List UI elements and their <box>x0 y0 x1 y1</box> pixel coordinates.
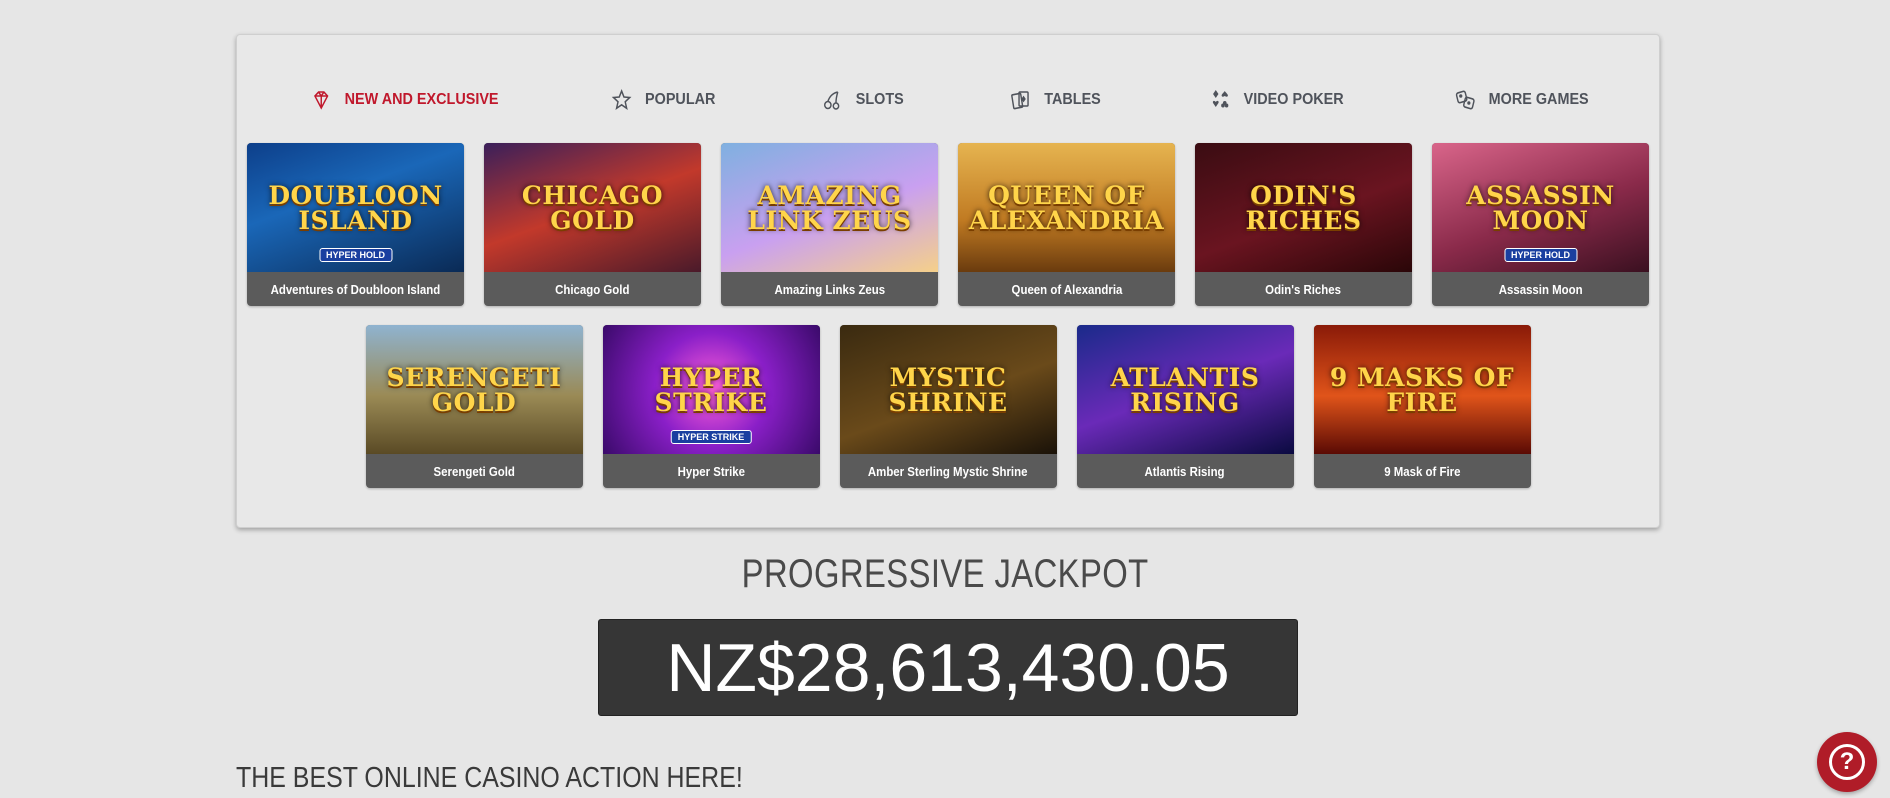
game-title[interactable]: Odin's Riches <box>1195 272 1412 306</box>
game-thumbnail[interactable]: Serengeti Gold <box>365 325 583 454</box>
game-title[interactable]: Amber Sterling Mystic Shrine <box>840 454 1057 488</box>
jackpot-amount: NZ$28,613,430.05 <box>666 629 1230 706</box>
tab-popular[interactable]: POPULAR <box>611 88 716 112</box>
game-logo: Queen of Alexandria <box>968 180 1165 235</box>
game-title[interactable]: Atlantis Rising <box>1077 454 1294 488</box>
game-title[interactable]: Assassin Moon <box>1432 272 1649 306</box>
game-thumbnail[interactable]: Amazing Link Zeus <box>721 143 938 272</box>
game-thumbnail[interactable]: Odin's Riches <box>1195 143 1412 272</box>
help-icon: ? <box>1829 744 1865 780</box>
game-tile[interactable]: Amazing Link Zeus Amazing Links Zeus <box>721 143 938 306</box>
page-heading: THE BEST ONLINE CASINO ACTION HERE! <box>236 762 743 794</box>
game-title[interactable]: Chicago Gold <box>484 272 701 306</box>
game-thumbnail[interactable]: Doubloon Island HYPER HOLD <box>247 143 464 272</box>
tab-label: POPULAR <box>645 91 716 108</box>
jackpot-counter: NZ$28,613,430.05 <box>598 619 1298 716</box>
tab-label: SLOTS <box>856 91 905 108</box>
jackpot-title: PROGRESSIVE JACKPOT <box>741 552 1149 596</box>
category-nav: NEW AND EXCLUSIVE POPULAR SLOTS TABLES V… <box>237 79 1659 121</box>
dice-icon <box>1454 88 1476 112</box>
game-title[interactable]: Hyper Strike <box>603 454 820 488</box>
game-tile[interactable]: Odin's Riches Odin's Riches <box>1195 143 1412 306</box>
game-logo: Mystic Shrine <box>888 362 1008 417</box>
game-logo: Atlantis Rising <box>1110 362 1260 417</box>
game-title[interactable]: Serengeti Gold <box>366 454 583 488</box>
game-logo: Amazing Link Zeus <box>747 180 912 235</box>
tab-label: VIDEO POKER <box>1243 91 1344 108</box>
tab-label: TABLES <box>1043 91 1101 108</box>
game-tile[interactable]: Mystic Shrine Amber Sterling Mystic Shrin… <box>839 325 1057 488</box>
game-thumbnail[interactable]: 9 Masks of Fire <box>1313 325 1531 454</box>
games-panel: NEW AND EXCLUSIVE POPULAR SLOTS TABLES V… <box>236 34 1660 528</box>
tab-new-and-exclusive[interactable]: NEW AND EXCLUSIVE <box>311 88 499 112</box>
game-title[interactable]: Queen of Alexandria <box>958 272 1175 306</box>
game-feature-badge: HYPER STRIKE <box>670 430 752 444</box>
game-thumbnail[interactable]: Queen of Alexandria <box>958 143 1175 272</box>
star-icon <box>611 88 633 112</box>
game-logo: 9 Masks of Fire <box>1329 362 1515 417</box>
game-logo: Assassin Moon <box>1466 180 1615 235</box>
game-thumbnail[interactable]: Chicago Gold <box>484 143 701 272</box>
game-tile[interactable]: Hyper Strike HYPER STRIKE Hyper Strike <box>602 325 820 488</box>
tab-tables[interactable]: TABLES <box>1010 88 1101 112</box>
tab-label: NEW AND EXCLUSIVE <box>344 91 499 108</box>
game-logo: Hyper Strike <box>654 362 768 417</box>
game-thumbnail[interactable]: Mystic Shrine <box>839 325 1057 454</box>
game-logo: Chicago Gold <box>521 180 664 235</box>
cherries-icon <box>822 88 844 112</box>
game-feature-badge: HYPER HOLD <box>1503 248 1578 262</box>
diamond-icon <box>311 88 333 112</box>
games-row: Doubloon Island HYPER HOLD Adventures of D… <box>237 143 1659 306</box>
game-tile[interactable]: Assassin Moon HYPER HOLD Assassin Moon <box>1432 143 1649 306</box>
game-feature-badge: HYPER HOLD <box>318 248 393 262</box>
game-thumbnail[interactable]: Hyper Strike HYPER STRIKE <box>602 325 820 454</box>
help-button[interactable]: ? <box>1817 732 1877 792</box>
card-suits-icon <box>1209 88 1231 112</box>
game-tile[interactable]: 9 Masks of Fire 9 Mask of Fire <box>1313 325 1531 488</box>
tab-video-poker[interactable]: VIDEO POKER <box>1209 88 1343 112</box>
game-title[interactable]: 9 Mask of Fire <box>1314 454 1531 488</box>
tab-label: MORE GAMES <box>1488 91 1589 108</box>
game-thumbnail[interactable]: Assassin Moon HYPER HOLD <box>1432 143 1649 272</box>
game-logo: Odin's Riches <box>1245 180 1362 235</box>
tab-slots[interactable]: SLOTS <box>822 88 904 112</box>
game-tile[interactable]: Queen of Alexandria Queen of Alexandria <box>958 143 1175 306</box>
cards-icon <box>1010 88 1032 112</box>
game-tile[interactable]: Doubloon Island HYPER HOLD Adventures of D… <box>247 143 464 306</box>
game-logo: Serengeti Gold <box>386 362 562 417</box>
game-title[interactable]: Amazing Links Zeus <box>721 272 938 306</box>
games-row: Serengeti Gold Serengeti Gold Hyper Strike… <box>237 325 1659 488</box>
game-tile[interactable]: Atlantis Rising Atlantis Rising <box>1076 325 1294 488</box>
game-thumbnail[interactable]: Atlantis Rising <box>1076 325 1294 454</box>
tab-more-games[interactable]: MORE GAMES <box>1454 88 1588 112</box>
game-title[interactable]: Adventures of Doubloon Island <box>247 272 464 306</box>
game-logo: Doubloon Island <box>268 180 443 235</box>
game-tile[interactable]: Chicago Gold Chicago Gold <box>484 143 701 306</box>
game-tile[interactable]: Serengeti Gold Serengeti Gold <box>365 325 583 488</box>
